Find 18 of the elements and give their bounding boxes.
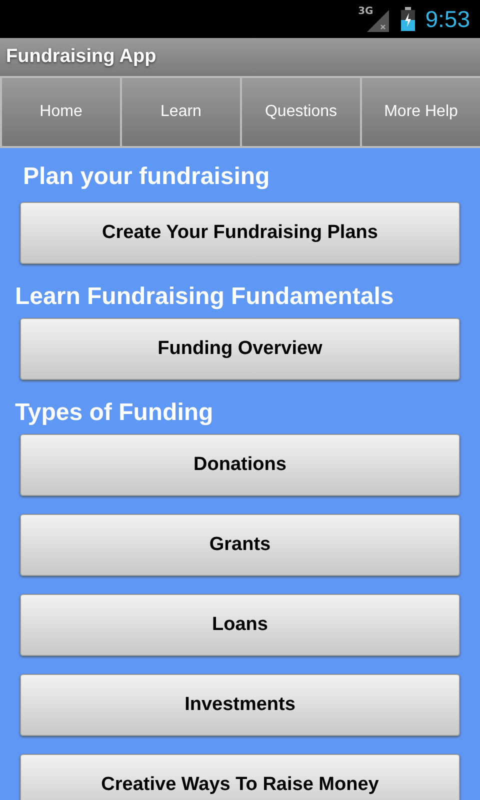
tab[interactable]: More Help	[362, 78, 480, 146]
menu-button[interactable]: Funding Overview	[20, 318, 460, 380]
section-heading: Learn Fundraising Fundamentals	[15, 284, 395, 310]
tab[interactable]: Home	[2, 78, 120, 146]
section-heading: Types of Funding	[15, 400, 214, 426]
menu-button[interactable]: Creative Ways To Raise Money	[20, 754, 460, 800]
tab[interactable]: Learn	[122, 78, 240, 146]
clock-time: 9:53	[425, 6, 470, 32]
menu-button[interactable]: Loans	[20, 594, 460, 656]
menu-button[interactable]: Donations	[20, 434, 460, 496]
menu-button[interactable]: Grants	[20, 514, 460, 576]
menu-button[interactable]: Create Your Fundraising Plans	[20, 202, 460, 264]
menu-button[interactable]: Investments	[20, 674, 460, 736]
section-heading: Plan your fundraising	[23, 164, 271, 190]
battery-icon	[401, 7, 416, 31]
app-title: Fundraising App	[6, 46, 156, 68]
tab[interactable]: Questions	[242, 78, 360, 146]
network-label: 3G	[358, 6, 374, 17]
